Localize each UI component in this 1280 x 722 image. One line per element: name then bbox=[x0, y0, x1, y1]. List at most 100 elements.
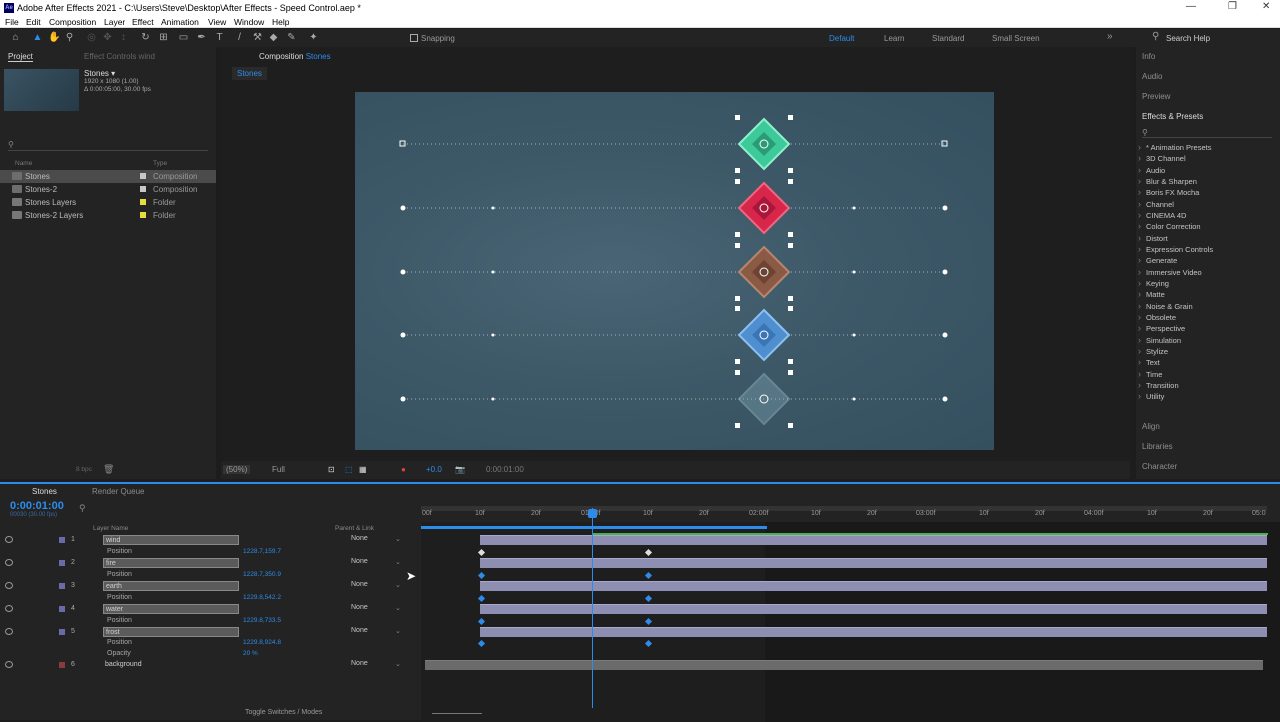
layer-row-fire[interactable]: 2 fire None ⌄ bbox=[0, 558, 420, 569]
parent-select[interactable]: None bbox=[351, 581, 368, 588]
position-value[interactable]: 1229.8,924.8 bbox=[243, 639, 281, 646]
resolution-select[interactable]: Full bbox=[269, 465, 288, 474]
layer-bar-background[interactable] bbox=[425, 660, 1263, 670]
exposure-value[interactable]: +0.0 bbox=[426, 465, 442, 474]
toggle-switches-modes-button[interactable]: Toggle Switches / Modes bbox=[245, 709, 322, 716]
effect-category[interactable]: 3D Channel bbox=[1138, 153, 1186, 163]
rectangle-tool-icon[interactable]: ▭ bbox=[178, 32, 189, 43]
chevron-down-icon[interactable]: ⌄ bbox=[395, 660, 401, 668]
tab-timeline-stones[interactable]: Stones bbox=[32, 487, 57, 496]
eye-icon[interactable] bbox=[5, 559, 13, 566]
snapping-checkbox[interactable] bbox=[410, 34, 418, 42]
workspace-standard[interactable]: Standard bbox=[932, 34, 964, 43]
position-value[interactable]: 1229.8,542.2 bbox=[243, 594, 281, 601]
zoom-tool-icon[interactable]: ⚲ bbox=[64, 32, 75, 43]
timeline-search-icon[interactable]: ⚲ bbox=[79, 503, 86, 514]
transparency-grid-icon[interactable]: ▦ bbox=[359, 465, 367, 474]
tab-render-queue[interactable]: Render Queue bbox=[92, 487, 144, 496]
effect-category[interactable]: Generate bbox=[1138, 255, 1177, 265]
workspace-learn[interactable]: Learn bbox=[884, 34, 904, 43]
opacity-value[interactable]: 20 % bbox=[243, 650, 258, 657]
effect-category[interactable]: Text bbox=[1138, 357, 1160, 367]
property-row[interactable]: Position 1228.7,159.7 bbox=[0, 547, 420, 558]
eraser-tool-icon[interactable]: ◆ bbox=[268, 32, 279, 43]
info-panel[interactable]: Info bbox=[1142, 52, 1155, 61]
composition-canvas[interactable] bbox=[355, 92, 994, 450]
roto-brush-tool-icon[interactable]: ✎ bbox=[286, 32, 297, 43]
effect-category[interactable]: CINEMA 4D bbox=[1138, 210, 1187, 220]
chevron-down-icon[interactable]: ⌄ bbox=[395, 581, 401, 589]
pan-behind-tool-icon[interactable]: ⊞ bbox=[158, 32, 169, 43]
parent-select[interactable]: None bbox=[351, 627, 368, 634]
workspace-small-screen[interactable]: Small Screen bbox=[992, 34, 1040, 43]
layer-row-wind[interactable]: 1 wind None ⌄ bbox=[0, 535, 420, 546]
menu-help[interactable]: Help bbox=[272, 17, 289, 27]
layer-bar-earth[interactable] bbox=[480, 581, 1267, 591]
effect-category[interactable]: * Animation Presets bbox=[1138, 142, 1212, 152]
parent-select[interactable]: None bbox=[351, 660, 368, 667]
libraries-panel[interactable]: Libraries bbox=[1142, 442, 1173, 451]
selection-tool-icon[interactable]: ▲ bbox=[32, 32, 43, 43]
preview-panel[interactable]: Preview bbox=[1142, 92, 1170, 101]
col-type-header[interactable]: Type bbox=[153, 160, 167, 167]
effect-category[interactable]: Immersive Video bbox=[1138, 267, 1202, 277]
minimize-icon[interactable]: — bbox=[1186, 1, 1196, 12]
audio-panel[interactable]: Audio bbox=[1142, 72, 1162, 81]
timeline-zoom-slider[interactable] bbox=[432, 713, 482, 714]
menu-view[interactable]: View bbox=[208, 17, 226, 27]
layer-name[interactable]: wind bbox=[103, 535, 239, 545]
type-tool-icon[interactable]: T bbox=[214, 32, 225, 43]
parent-select[interactable]: None bbox=[351, 558, 368, 565]
col-name-header[interactable]: Name bbox=[15, 160, 32, 167]
layer-bar-water[interactable] bbox=[480, 604, 1267, 614]
puppet-tool-icon[interactable]: ✦ bbox=[308, 32, 319, 43]
effect-category[interactable]: Channel bbox=[1138, 199, 1174, 209]
tab-effect-controls[interactable]: Effect Controls wind bbox=[84, 52, 155, 61]
layer-name-header[interactable]: Layer Name bbox=[93, 525, 128, 532]
property-row[interactable]: Position 1229.8,733.5 bbox=[0, 616, 420, 627]
bpc-label[interactable]: 8 bpc bbox=[76, 466, 92, 473]
camera-icon[interactable]: 📷 bbox=[455, 465, 465, 474]
effect-category[interactable]: Noise & Grain bbox=[1138, 301, 1193, 311]
chevron-down-icon[interactable]: ⌄ bbox=[395, 535, 401, 543]
menu-file[interactable]: File bbox=[5, 17, 19, 27]
layer-name[interactable]: frost bbox=[103, 627, 239, 637]
property-row[interactable]: Position 1229.8,542.2 bbox=[0, 593, 420, 604]
effect-category[interactable]: Expression Controls bbox=[1138, 244, 1213, 254]
layer-name[interactable]: background bbox=[103, 660, 239, 670]
layer-row-frost[interactable]: 5 frost None ⌄ bbox=[0, 627, 420, 638]
menu-window[interactable]: Window bbox=[234, 17, 264, 27]
effect-category[interactable]: Distort bbox=[1138, 233, 1168, 243]
clone-stamp-tool-icon[interactable]: ⚒ bbox=[252, 32, 263, 43]
effect-category[interactable]: Obsolete bbox=[1138, 312, 1176, 322]
dolly-tool-icon[interactable]: ↕ bbox=[118, 32, 129, 43]
effect-category[interactable]: Blur & Sharpen bbox=[1138, 176, 1197, 186]
chevron-down-icon[interactable]: ⌄ bbox=[395, 558, 401, 566]
layer-row-background[interactable]: 6 background None ⌄ bbox=[0, 660, 420, 671]
effect-category[interactable]: Transition bbox=[1138, 380, 1179, 390]
project-search-input[interactable]: ⚲ bbox=[8, 140, 208, 151]
effect-category[interactable]: Simulation bbox=[1138, 335, 1181, 345]
effect-category[interactable]: Utility bbox=[1138, 391, 1164, 401]
menu-effect[interactable]: Effect bbox=[132, 17, 154, 27]
layer-bar-wind[interactable] bbox=[480, 535, 1267, 545]
layer-name[interactable]: earth bbox=[103, 581, 239, 591]
layer-name[interactable]: fire bbox=[103, 558, 239, 568]
eye-icon[interactable] bbox=[5, 605, 13, 612]
current-timecode[interactable]: 0:00:01:00 bbox=[10, 500, 64, 512]
time-navigator[interactable] bbox=[421, 506, 1267, 511]
position-value[interactable]: 1229.8,733.5 bbox=[243, 617, 281, 624]
tab-project[interactable]: Project bbox=[8, 52, 33, 62]
layer-name[interactable]: water bbox=[103, 604, 239, 614]
effect-category[interactable]: Time bbox=[1138, 369, 1163, 379]
project-item[interactable]: Stones-2 Composition bbox=[0, 183, 216, 196]
brush-tool-icon[interactable]: / bbox=[234, 32, 245, 43]
rotate-tool-icon[interactable]: ↻ bbox=[140, 32, 151, 43]
effect-category[interactable]: Keying bbox=[1138, 278, 1169, 288]
trash-icon[interactable]: 🗑 bbox=[103, 464, 114, 475]
maximize-icon[interactable]: ❐ bbox=[1228, 1, 1237, 12]
effect-category[interactable]: Audio bbox=[1138, 165, 1165, 175]
project-item[interactable]: Stones Layers Folder bbox=[0, 196, 216, 209]
effect-category[interactable]: Matte bbox=[1138, 289, 1165, 299]
comp-name[interactable]: Stones ▾ bbox=[84, 69, 115, 78]
